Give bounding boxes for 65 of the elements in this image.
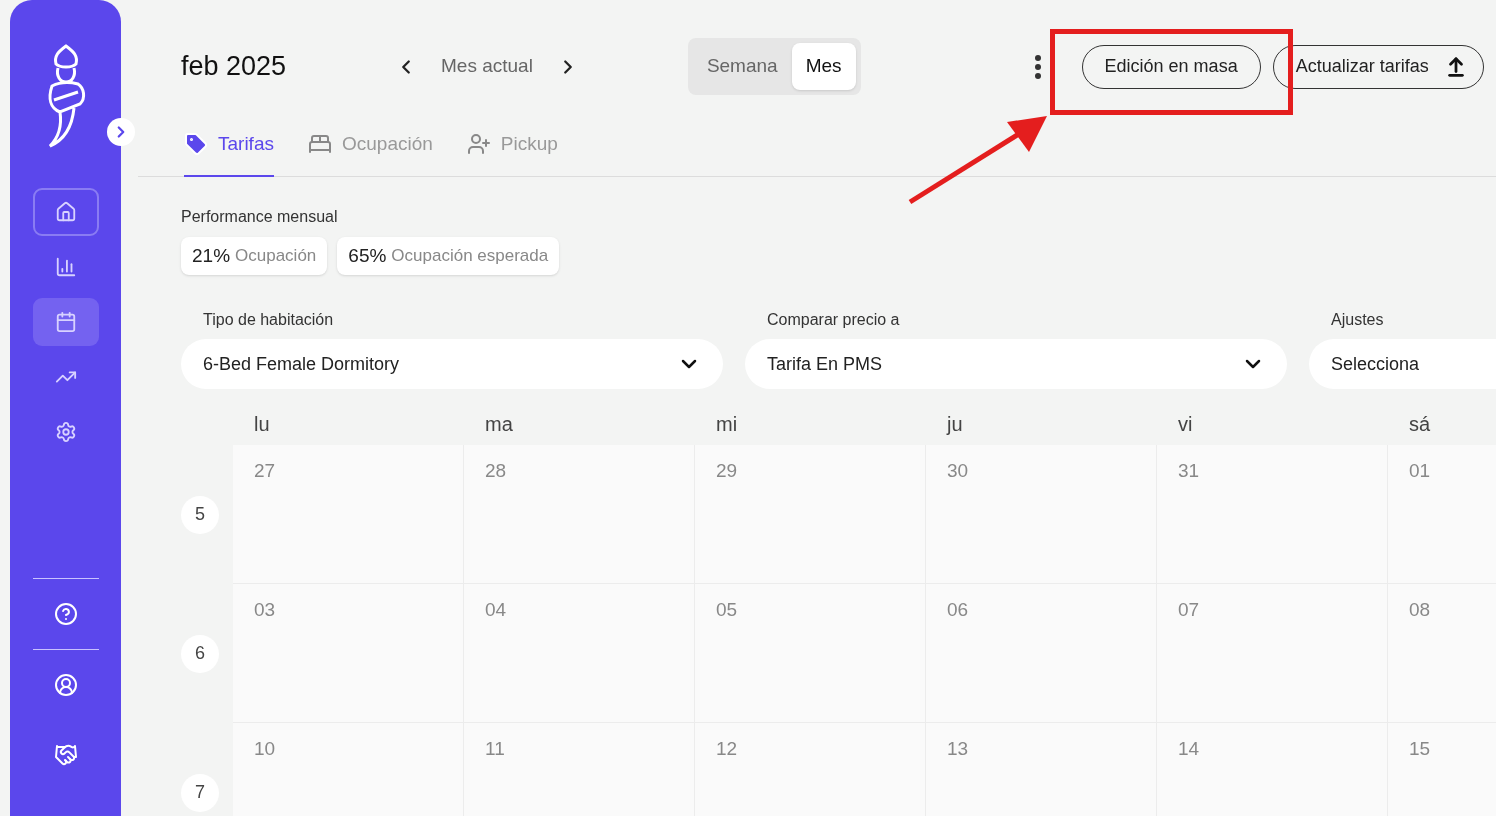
week-number: 6	[181, 634, 219, 673]
day-number: 27	[254, 460, 276, 481]
day-number: 07	[1178, 599, 1200, 620]
stat-value: 65%	[348, 243, 387, 268]
week-number: 7	[181, 773, 219, 812]
day-number: 13	[947, 738, 969, 759]
stat-label: Ocupación	[235, 245, 317, 268]
filter-label: Comparar precio a	[766, 310, 901, 330]
help-icon	[53, 602, 78, 626]
select-field[interactable]: 6-Bed Female Dormitory	[181, 339, 723, 389]
day-number: 08	[1409, 599, 1431, 620]
week-number: 5	[181, 495, 219, 534]
weekday-label: ju	[945, 412, 964, 437]
nav-item[interactable]	[32, 188, 99, 236]
bed-icon	[307, 132, 332, 156]
weekday-label: vi	[1177, 412, 1194, 437]
filter-label: Ajustes	[1330, 310, 1385, 330]
stat-value: 21%	[192, 243, 231, 268]
weekday-label: lu	[253, 412, 271, 437]
day-number: 10	[254, 738, 276, 759]
day-number: 05	[716, 599, 738, 620]
bar-chart-icon	[54, 256, 77, 278]
day-number: 03	[254, 599, 276, 620]
expand-button[interactable]	[107, 118, 135, 146]
user-icon	[53, 673, 78, 697]
day-number: 15	[1409, 738, 1431, 759]
filter-label: Tipo de habitación	[202, 310, 335, 330]
day-number: 29	[716, 460, 738, 481]
weekday-label: ma	[484, 412, 514, 437]
day-cell[interactable]: 14	[1157, 723, 1388, 816]
weekday-label: mi	[715, 412, 739, 437]
current-month-button[interactable]: Mes actual	[421, 52, 553, 81]
month-title: feb 2025	[181, 50, 288, 84]
performance-title: Performance mensual	[181, 207, 339, 227]
select-field[interactable]: Tarifa En PMS	[745, 339, 1287, 389]
day-number: 04	[485, 599, 507, 620]
view-option[interactable]: Semana	[692, 43, 792, 90]
day-number: 14	[1178, 738, 1200, 759]
select-field[interactable]: Selecciona	[1309, 339, 1496, 389]
day-cell[interactable]: 11	[464, 723, 695, 816]
day-cell[interactable]: 10	[233, 723, 464, 816]
day-number: 12	[716, 738, 738, 759]
view-option[interactable]: Mes	[791, 43, 856, 90]
tab[interactable]: Pickup	[466, 113, 558, 177]
day-cell[interactable]: 13	[926, 723, 1157, 816]
stat-label: Ocupación esperada	[391, 245, 549, 268]
user-plus-icon	[466, 132, 491, 156]
day-number: 11	[485, 738, 505, 759]
day-number: 30	[947, 460, 969, 481]
handshake-icon	[53, 743, 78, 767]
tag-icon	[184, 132, 208, 156]
home-icon	[54, 201, 77, 223]
day-number: 28	[485, 460, 507, 481]
day-number: 06	[947, 599, 969, 620]
weekday-label: sá	[1408, 412, 1432, 437]
tab[interactable]: Ocupación	[307, 113, 433, 177]
day-number: 31	[1178, 460, 1200, 481]
calendar-icon	[54, 311, 77, 333]
settings-icon	[54, 421, 77, 443]
day-cell[interactable]: 15	[1388, 723, 1496, 816]
nav-item[interactable]	[32, 298, 99, 346]
tab[interactable]: Tarifas	[184, 113, 274, 177]
day-cell[interactable]: 12	[695, 723, 926, 816]
day-number: 01	[1409, 460, 1431, 481]
more-options-icon[interactable]	[1033, 53, 1042, 80]
